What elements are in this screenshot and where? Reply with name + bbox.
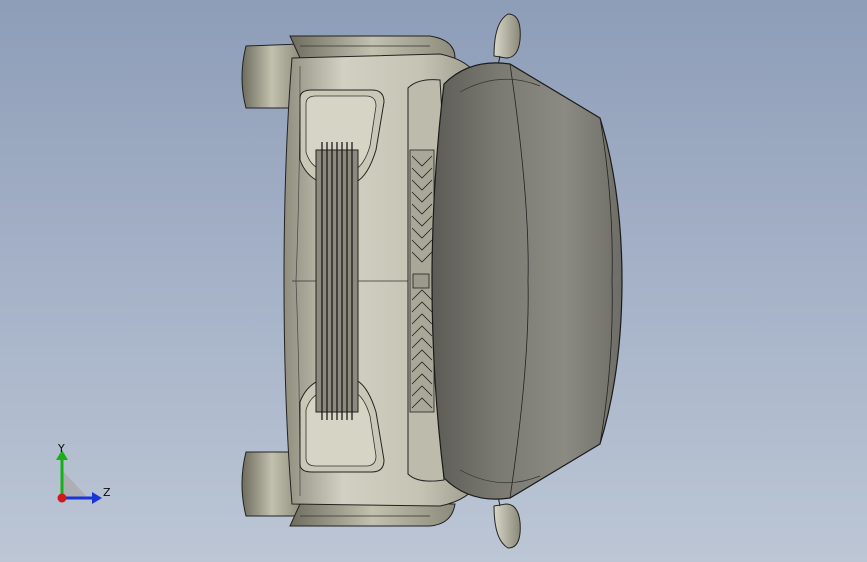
hood <box>431 62 623 500</box>
car-model[interactable] <box>0 0 867 562</box>
badge-icon <box>412 273 430 289</box>
coordinate-triad: Y Z <box>48 440 118 510</box>
z-axis-label: Z <box>103 486 111 499</box>
side-mirror-top <box>493 13 521 67</box>
side-mirror-bottom <box>493 495 521 549</box>
y-axis-label: Y <box>58 442 65 455</box>
graphics-viewport[interactable]: Y Z <box>0 0 867 562</box>
